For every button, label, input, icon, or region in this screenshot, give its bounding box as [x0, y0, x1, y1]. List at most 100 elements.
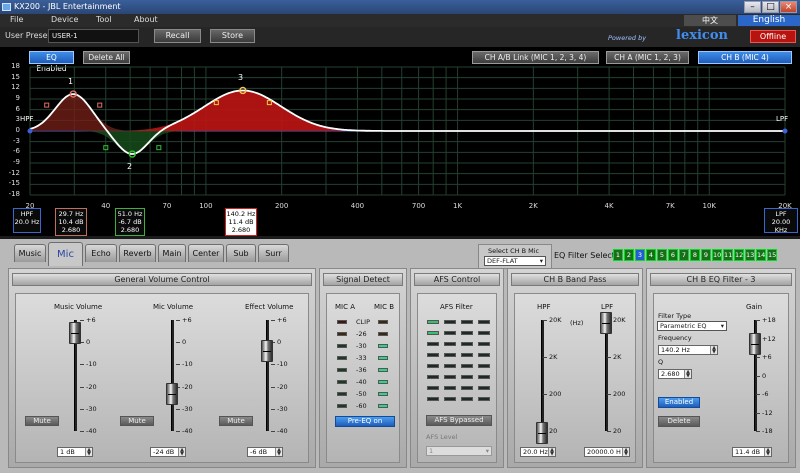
- spinner-icon[interactable]: ▲ ▼: [178, 448, 185, 457]
- eq-q-handle[interactable]: [44, 102, 50, 108]
- connection-status-button[interactable]: Offline: [750, 30, 796, 43]
- language-chinese-button[interactable]: 中文: [684, 15, 736, 26]
- tab-reverb[interactable]: Reverb: [119, 244, 156, 262]
- afs-filter-led: [444, 397, 456, 401]
- scale-label: +12: [762, 334, 776, 343]
- mic-mute-button[interactable]: Mute: [120, 416, 154, 426]
- menu-about[interactable]: About: [134, 15, 158, 24]
- tab-sub[interactable]: Sub: [226, 244, 256, 262]
- user-preset-field[interactable]: USER-1: [48, 29, 139, 43]
- spinner-icon[interactable]: ▲ ▼: [548, 448, 555, 457]
- frequency-field[interactable]: 140.2 Hz ▲ ▼: [658, 345, 718, 355]
- point-2-label: 2: [127, 162, 133, 171]
- scale-tick: [543, 320, 547, 321]
- eq-q-handle[interactable]: [97, 102, 103, 108]
- lpf-info-box[interactable]: LPF 20.00 KHz: [764, 208, 798, 234]
- eq-q-handle[interactable]: [156, 145, 162, 151]
- spinner-icon[interactable]: ▲ ▼: [622, 448, 629, 457]
- eq-filter-11-button[interactable]: 11: [723, 249, 733, 261]
- x-axis-label: 40: [101, 202, 111, 210]
- scale-label: -30: [277, 404, 288, 413]
- scale-label: 0: [762, 371, 767, 380]
- effect-volume-thumb[interactable]: [261, 340, 273, 362]
- mic-volume-field[interactable]: -24 dB ▲ ▼: [150, 447, 186, 457]
- select-mic-dropdown[interactable]: DEF-FLAT ▾: [484, 256, 546, 266]
- band2-info-box[interactable]: 51.0 Hz -6.7 dB 2.680: [115, 208, 145, 236]
- eq-filter-12-button[interactable]: 12: [734, 249, 744, 261]
- recall-button[interactable]: Recall: [154, 29, 201, 43]
- afs-filter-led: [427, 353, 439, 357]
- eq-filter-13-button[interactable]: 13: [745, 249, 755, 261]
- eq-filter-10-button[interactable]: 10: [712, 249, 722, 261]
- store-button[interactable]: Store: [210, 29, 255, 43]
- spinner-icon[interactable]: ▲ ▼: [710, 346, 717, 355]
- eq-filter-4-button[interactable]: 4: [646, 249, 656, 261]
- menu-file[interactable]: File: [10, 15, 23, 24]
- eq-filter-7-button[interactable]: 7: [679, 249, 689, 261]
- lpf-fader-field[interactable]: 20000.0 H ▲ ▼: [584, 447, 630, 457]
- tab-main[interactable]: Main: [158, 244, 186, 262]
- afs-filter-led: [478, 331, 490, 335]
- afs-level-dropdown[interactable]: 1 ▾: [426, 446, 492, 456]
- tab-center[interactable]: Center: [188, 244, 224, 262]
- menu-device[interactable]: Device: [51, 15, 78, 24]
- tab-mic[interactable]: Mic: [48, 242, 83, 266]
- eq-filter-15-button[interactable]: 15: [767, 249, 777, 261]
- signal-level-label: -30: [356, 342, 367, 350]
- enabled-button[interactable]: Enabled: [658, 397, 700, 408]
- effect-volume-field[interactable]: -6 dB ▲ ▼: [247, 447, 283, 457]
- mic-b-level-led: [378, 356, 388, 360]
- eq-filter-3-button[interactable]: 3: [635, 249, 645, 261]
- q-field[interactable]: 2.680 ▲ ▼: [658, 369, 692, 379]
- eq-filter-9-button[interactable]: 9: [701, 249, 711, 261]
- spinner-icon[interactable]: ▲ ▼: [764, 448, 771, 457]
- music-volume-field[interactable]: 1 dB ▲ ▼: [57, 447, 93, 457]
- hpf-fader-field[interactable]: 20.0 Hz ▲ ▼: [520, 447, 556, 457]
- tab-echo[interactable]: Echo: [85, 244, 117, 262]
- scale-label: -20: [182, 382, 193, 391]
- hpf-fader-thumb[interactable]: [536, 422, 548, 444]
- spinner-icon[interactable]: ▲ ▼: [85, 448, 92, 457]
- spinner-icon[interactable]: ▲ ▼: [684, 370, 691, 379]
- music-volume-thumb[interactable]: [69, 322, 81, 344]
- menu-tool[interactable]: Tool: [96, 15, 112, 24]
- delete-filter-button[interactable]: Delete: [658, 416, 700, 427]
- gain-label: Gain: [746, 303, 763, 311]
- language-english-button[interactable]: English: [738, 15, 800, 26]
- close-icon[interactable]: ×: [780, 1, 797, 13]
- hpf-info-box[interactable]: HPF 20.0 Hz: [13, 208, 41, 233]
- scale-tick: [607, 431, 611, 432]
- afs-bypass-button[interactable]: AFS Bypassed: [426, 415, 492, 426]
- mic-volume-thumb[interactable]: [166, 383, 178, 405]
- band1-info-box[interactable]: 29.7 Hz 10.4 dB 2.680: [55, 208, 87, 236]
- gain-fader-thumb[interactable]: [749, 333, 761, 355]
- afs-filter-led: [478, 364, 490, 368]
- maximize-icon[interactable]: □: [762, 1, 779, 13]
- filter-type-dropdown[interactable]: Parametric EQ ▾: [657, 321, 727, 331]
- effect-mute-button[interactable]: Mute: [219, 416, 253, 426]
- eq-filter-2-button[interactable]: 2: [624, 249, 634, 261]
- band3-info-box[interactable]: 140.2 Hz 11.4 dB 2.680: [225, 208, 257, 236]
- afs-filter-led: [461, 331, 473, 335]
- title-bar: KX200 - JBL Entertainment – □ ×: [0, 0, 800, 14]
- minimize-icon[interactable]: –: [744, 1, 761, 13]
- eq-filter-6-button[interactable]: 6: [668, 249, 678, 261]
- hpf-handle[interactable]: [27, 128, 33, 134]
- lpf-handle[interactable]: [782, 128, 788, 134]
- eq-filter-14-button[interactable]: 14: [756, 249, 766, 261]
- afs-filter-led: [444, 342, 456, 346]
- pre-eq-button[interactable]: Pre-EQ on: [335, 416, 395, 427]
- powered-by-label: Powered by: [608, 34, 647, 42]
- spinner-icon[interactable]: ▲ ▼: [275, 448, 282, 457]
- eq-filter-8-button[interactable]: 8: [690, 249, 700, 261]
- eq-filter-5-button[interactable]: 5: [657, 249, 667, 261]
- gain-fader-field[interactable]: 11.4 dB ▲ ▼: [732, 447, 772, 457]
- lpf-fader-thumb[interactable]: [600, 312, 612, 334]
- x-axis-label: 70: [162, 202, 172, 210]
- band3-gain: 11.4 dB: [228, 218, 254, 226]
- afs-filter-led: [461, 320, 473, 324]
- tab-surr[interactable]: Surr: [258, 244, 289, 262]
- eq-filter-1-button[interactable]: 1: [613, 249, 623, 261]
- music-mute-button[interactable]: Mute: [25, 416, 59, 426]
- tab-music[interactable]: Music: [14, 244, 46, 262]
